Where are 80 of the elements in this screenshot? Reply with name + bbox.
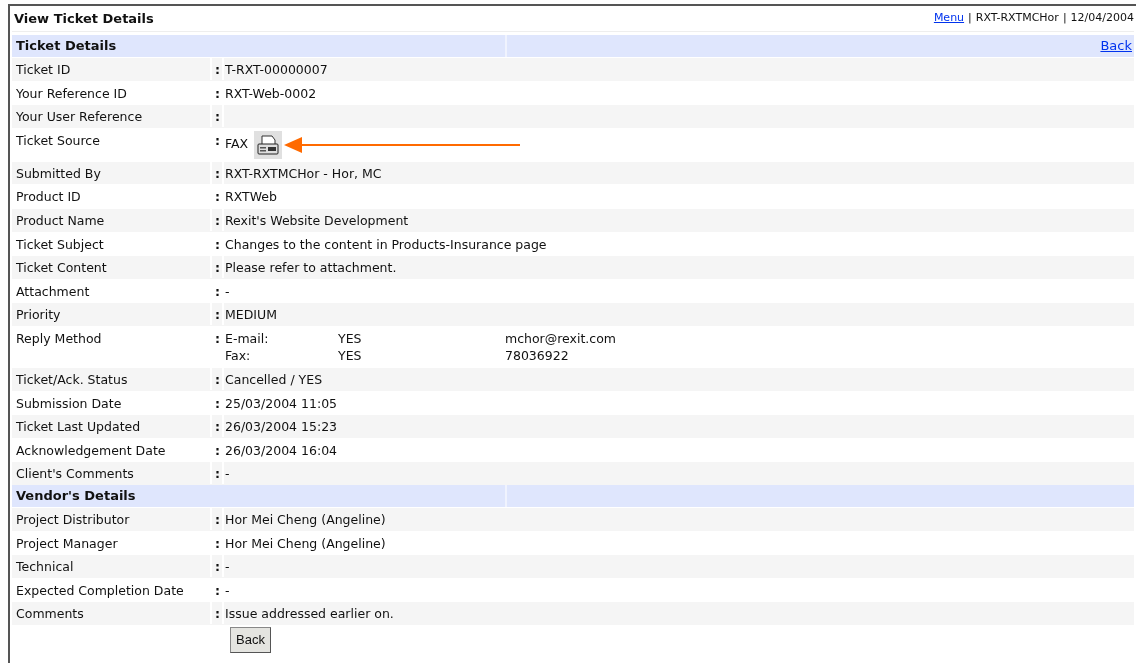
field-value: - [225, 582, 230, 598]
field-label: Comments [16, 606, 84, 622]
colon-text: : [215, 535, 220, 551]
field-value: - [225, 466, 230, 482]
separator-text: | [1062, 10, 1067, 27]
menu-link[interactable]: Menu [933, 10, 965, 27]
back-button[interactable]: Back [230, 626, 271, 653]
colon-text: : [215, 559, 220, 575]
field-label: Technical [16, 559, 74, 575]
colon-text: : [215, 283, 220, 299]
field-label: Ticket ID [16, 62, 71, 77]
colon-text: : [215, 212, 220, 228]
field-label: Reply Method [16, 330, 102, 346]
colon-text: : [215, 442, 220, 458]
field-value: FAX [225, 135, 249, 154]
field-label: Project Manager [16, 535, 118, 551]
field-value: RXT-Web-0002 [225, 85, 317, 101]
field-value: - [225, 559, 230, 575]
colon-text: : [215, 307, 220, 323]
field-value: RXT-RXTMCHor - Hor, MC [225, 165, 382, 181]
colon-text: : [215, 606, 220, 622]
method-address: mchor@rexit.com [505, 329, 617, 347]
field-label: Attachment [16, 283, 90, 299]
field-label: Expected Completion Date [16, 582, 184, 598]
method-label: Fax: [225, 346, 252, 364]
colon-text: : [215, 62, 220, 77]
field-label: Ticket Source [16, 132, 100, 148]
field-value: RXTWeb [225, 189, 277, 205]
field-value: Changes to the content in Products-Insurance page [225, 236, 547, 252]
section-heading: Ticket Details [16, 37, 117, 56]
section-heading: Vendor's Details [16, 487, 136, 506]
colon-text: : [215, 371, 220, 387]
field-label: Ticket Subject [16, 236, 104, 252]
colon-text: : [215, 582, 220, 598]
colon-text: : [215, 466, 220, 482]
field-label: Submitted By [16, 165, 101, 181]
field-value: 26/03/2004 16:04 [225, 442, 338, 458]
method-address: 78036922 [505, 346, 569, 364]
field-label: Acknowledgement Date [16, 442, 166, 458]
method-enabled: YES [338, 329, 363, 347]
colon-text: : [215, 189, 220, 205]
field-value: T-RXT-00000007 [225, 62, 328, 77]
field-label: Product Name [16, 212, 105, 228]
colon-text: : [215, 260, 220, 276]
colon-text: : [215, 511, 220, 527]
field-label: Ticket Last Updated [16, 419, 141, 435]
field-label: Submission Date [16, 395, 122, 411]
field-value: MEDIUM [225, 307, 277, 323]
date-text: 12/04/2004 [1070, 10, 1134, 27]
field-value: Issue addressed earlier on. [225, 606, 394, 622]
field-label: Client's Comments [16, 466, 134, 482]
colon-text: : [215, 419, 220, 435]
separator-text: | [968, 10, 972, 27]
method-label: E-mail: [225, 329, 270, 347]
back-link[interactable]: Back [1100, 36, 1132, 56]
field-label: Ticket/Ack. Status [16, 371, 128, 387]
field-value: 26/03/2004 15:23 [225, 419, 338, 435]
colon-text: : [215, 330, 220, 346]
colon-text: : [215, 236, 220, 252]
field-label: Project Distributor [16, 511, 130, 527]
field-value: Rexit's Website Development [225, 212, 409, 228]
method-enabled: YES [338, 346, 363, 364]
colon-text: : [215, 395, 220, 411]
field-label: Ticket Content [16, 260, 107, 276]
colon-text: : [215, 85, 220, 101]
field-value: 25/03/2004 11:05 [225, 395, 338, 411]
field-label: Product ID [16, 189, 81, 205]
user-id: RXT-RXTMCHor [975, 10, 1059, 27]
field-value: - [225, 283, 230, 299]
field-value: Hor Mei Cheng (Angeline) [225, 511, 386, 527]
page-title: View Ticket Details [14, 9, 154, 28]
colon-text: : [215, 132, 220, 148]
field-value: Hor Mei Cheng (Angeline) [225, 535, 386, 551]
colon-text: : [215, 165, 220, 181]
field-label: Your User Reference [16, 109, 143, 125]
field-value: Please refer to attachment. [225, 260, 397, 276]
field-label: Priority [16, 307, 61, 323]
field-label: Your Reference ID [16, 85, 127, 101]
field-value: Cancelled / YES [225, 371, 323, 387]
colon-text: : [215, 109, 220, 125]
